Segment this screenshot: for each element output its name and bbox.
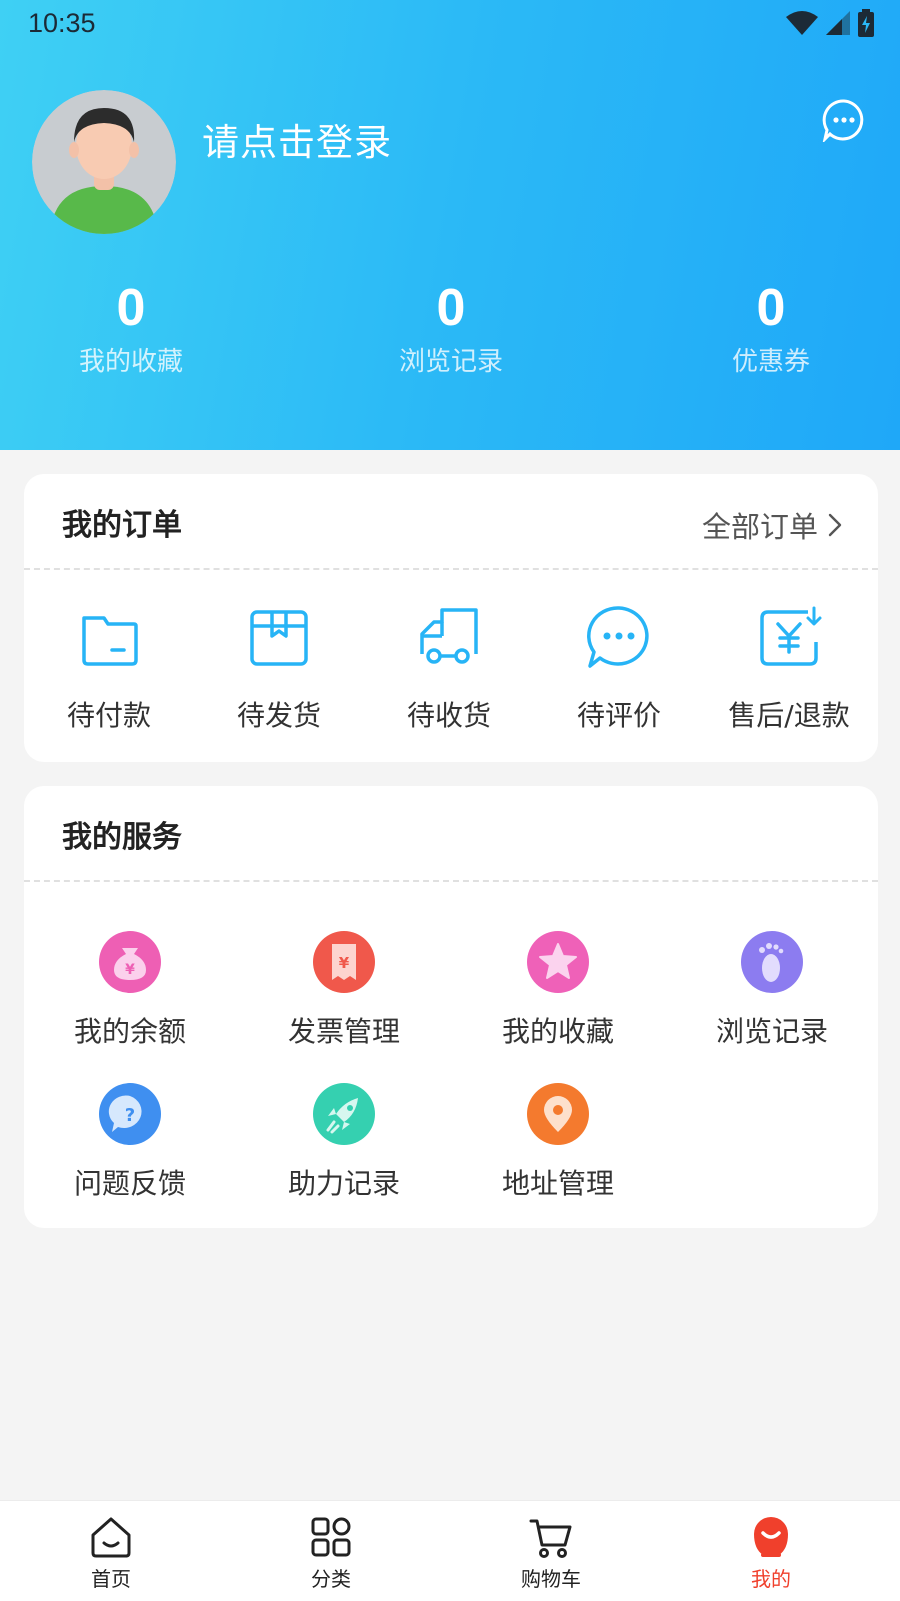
login-prompt[interactable]: 请点击登录 — [202, 112, 392, 166]
stat-label: 我的收藏 — [78, 347, 183, 377]
stat-label: 优惠券 — [731, 347, 810, 377]
tab-label: 购物车 — [521, 1567, 581, 1591]
service-label: 我的收藏 — [501, 1015, 614, 1048]
tab-category[interactable]: 分类 — [251, 1501, 411, 1601]
tab-mine[interactable]: 我的 — [691, 1501, 851, 1601]
invoice-icon: ¥ — [313, 931, 375, 993]
star-icon — [527, 931, 589, 993]
category-grid-icon — [311, 1517, 351, 1557]
service-label: 助力记录 — [287, 1167, 400, 1200]
service-label: 问题反馈 — [73, 1167, 186, 1200]
user-avatar-icon — [32, 90, 176, 234]
shopping-cart-icon — [529, 1519, 572, 1558]
stat-coupons[interactable]: 0 优惠券 — [671, 278, 871, 380]
services-card: 我的服务 ¥ 我的余额 ¥ 发票管理 我的收藏 浏览记录 ? 问题反馈 助力记录… — [24, 786, 878, 1228]
tab-label: 我的 — [751, 1567, 791, 1591]
question-icon: ? — [99, 1083, 161, 1145]
orders-card: 我的订单 全部订单 待付款 待发货 待收货 待评价 售后/退款 — [24, 474, 878, 762]
svg-text:?: ? — [125, 1105, 135, 1126]
svg-text:¥: ¥ — [125, 962, 135, 978]
service-feedback[interactable]: ? 问题反馈 — [30, 1082, 230, 1202]
tab-cart[interactable]: 购物车 — [471, 1501, 631, 1601]
divider — [24, 568, 878, 570]
service-history[interactable]: 浏览记录 — [672, 930, 872, 1050]
service-label: 发票管理 — [287, 1015, 400, 1048]
stat-value: 0 — [756, 279, 786, 337]
money-bag-icon: ¥ — [99, 931, 161, 993]
service-boost[interactable]: 助力记录 — [244, 1082, 444, 1202]
bottom-tab-bar: 首页 分类 购物车 我的 — [0, 1500, 900, 1601]
wallet-icon — [82, 616, 138, 666]
service-label: 我的余额 — [73, 1015, 186, 1048]
footprint-icon — [741, 931, 803, 993]
order-label: 待付款 — [66, 699, 151, 732]
location-pin-icon — [527, 1083, 589, 1145]
order-after-sales[interactable]: 售后/退款 — [704, 602, 874, 734]
tab-label: 首页 — [91, 1567, 131, 1591]
delivery-truck-icon — [420, 608, 478, 664]
stat-label: 浏览记录 — [398, 347, 503, 377]
stat-value: 0 — [436, 279, 466, 337]
chat-bubble-icon — [822, 99, 864, 144]
order-label: 售后/退款 — [728, 699, 850, 732]
svg-text:¥: ¥ — [339, 954, 350, 972]
all-orders-link[interactable]: 全部订单 — [702, 504, 842, 546]
status-bar: 10:35 — [0, 0, 900, 50]
status-icons — [778, 8, 874, 38]
cell-signal-icon — [826, 11, 850, 35]
battery-charging-icon — [858, 9, 874, 37]
avatar[interactable] — [32, 90, 176, 234]
stat-favorites[interactable]: 0 我的收藏 — [31, 278, 231, 380]
refund-icon — [760, 606, 822, 666]
orders-header: 我的订单 全部订单 — [24, 474, 878, 568]
service-label: 地址管理 — [501, 1167, 614, 1200]
service-label: 浏览记录 — [715, 1015, 828, 1048]
stat-history[interactable]: 0 浏览记录 — [351, 278, 551, 380]
orders-title: 我的订单 — [62, 508, 182, 543]
divider — [24, 880, 878, 882]
package-icon — [250, 610, 308, 666]
chevron-right-icon — [828, 513, 842, 537]
order-pending-review[interactable]: 待评价 — [534, 602, 704, 734]
order-pending-receipt[interactable]: 待收货 — [364, 602, 534, 734]
comment-icon — [587, 606, 649, 668]
service-invoice[interactable]: ¥ 发票管理 — [244, 930, 444, 1050]
order-label: 待评价 — [576, 699, 661, 732]
status-time: 10:35 — [28, 8, 96, 38]
order-label: 待收货 — [406, 699, 491, 732]
service-address[interactable]: 地址管理 — [458, 1082, 658, 1202]
tab-home[interactable]: 首页 — [31, 1501, 191, 1601]
all-orders-label: 全部订单 — [701, 510, 818, 544]
message-button[interactable] — [822, 98, 866, 144]
order-label: 待发货 — [236, 699, 321, 732]
stat-value: 0 — [116, 279, 146, 337]
home-icon — [91, 1517, 131, 1558]
order-pending-shipment[interactable]: 待发货 — [194, 602, 364, 734]
profile-header: 10:35 请点击登录 0 我的收藏 0 浏览记录 0 优惠券 — [0, 0, 900, 450]
service-favorites[interactable]: 我的收藏 — [458, 930, 658, 1050]
order-pending-payment[interactable]: 待付款 — [24, 602, 194, 734]
services-header: 我的服务 — [24, 786, 878, 880]
profile-mascot-icon — [754, 1517, 788, 1557]
wifi-icon — [786, 11, 818, 35]
service-balance[interactable]: ¥ 我的余额 — [30, 930, 230, 1050]
services-title: 我的服务 — [62, 820, 182, 855]
tab-label: 分类 — [311, 1567, 351, 1591]
rocket-icon — [313, 1083, 375, 1145]
